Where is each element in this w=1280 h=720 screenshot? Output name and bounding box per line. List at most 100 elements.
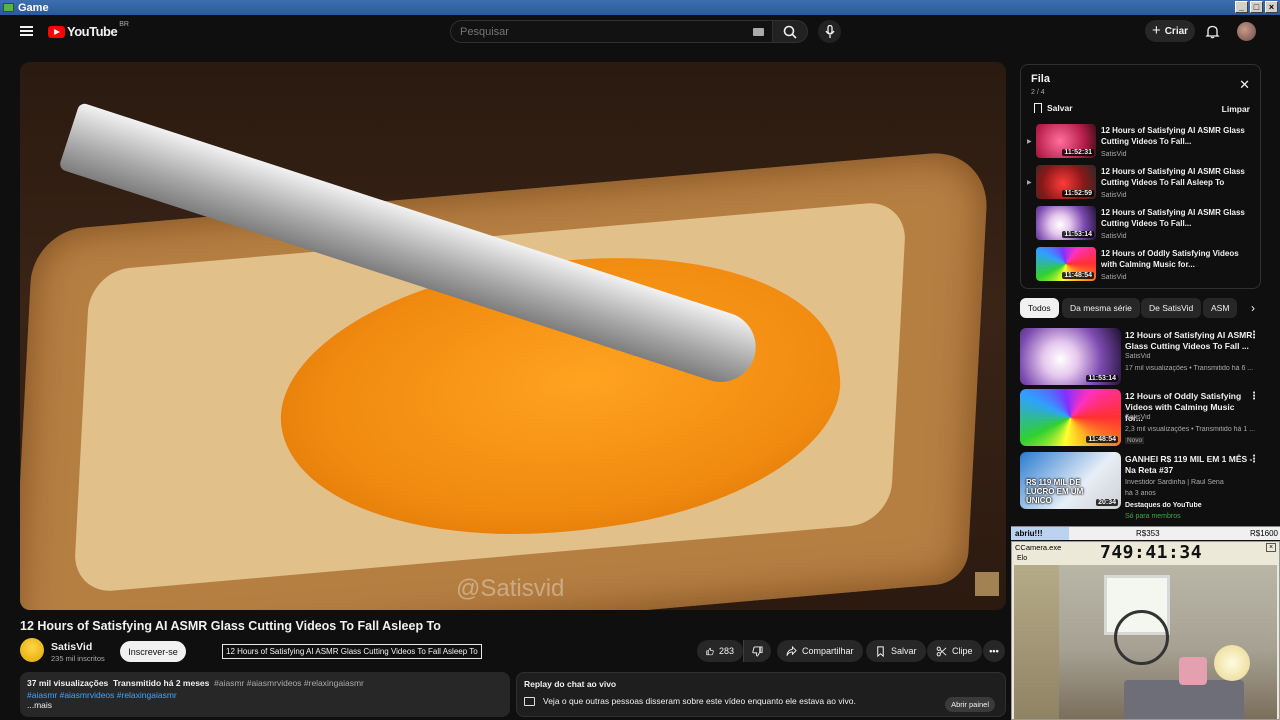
like-button[interactable]: 283: [697, 640, 743, 662]
goal-current-amount: R$353: [1136, 529, 1160, 538]
channel-watermark-icon[interactable]: [975, 572, 999, 596]
voice-search-button[interactable]: [818, 20, 841, 43]
description-box[interactable]: 37 mil visualizações Transmitido há 2 me…: [20, 672, 510, 717]
create-label: Criar: [1164, 25, 1189, 37]
queue-title: Fila: [1031, 73, 1050, 85]
video-meta: há 3 anos: [1125, 490, 1156, 497]
app-icon: [3, 3, 14, 12]
subscribe-button[interactable]: Inscrever-se: [120, 641, 186, 662]
create-button[interactable]: + Criar: [1145, 20, 1195, 42]
recommended-video[interactable]: R$ 119 MIL DE LUCRO EM UM ÚNICO 20:34 GA…: [1020, 452, 1261, 522]
menu-icon[interactable]: [20, 26, 33, 36]
chevron-right-icon[interactable]: ›: [1251, 301, 1255, 315]
stream-date: Transmitido há 2 meses: [113, 678, 210, 688]
queue-clear-button[interactable]: Limpar: [1222, 104, 1250, 114]
scissors-icon: [936, 646, 947, 656]
video-meta: 2,3 mil visualizações • Transmitido há 1…: [1125, 426, 1255, 433]
queue-thumbnail: 11:52:59: [1036, 165, 1096, 199]
chip-all[interactable]: Todos: [1020, 298, 1059, 318]
more-vertical-icon[interactable]: ⋮: [1249, 454, 1259, 465]
stream-clock: 749:41:34: [1100, 542, 1203, 563]
keyboard-icon[interactable]: [753, 28, 764, 36]
queue-thumbnail: 11:53:14: [1036, 206, 1096, 240]
chat-icon: [524, 696, 535, 706]
clip-button[interactable]: Clipe: [927, 640, 982, 662]
chat-replay-box: Replay do chat ao vivo Veja o que outras…: [516, 672, 1006, 717]
like-count: 283: [718, 646, 734, 656]
duration-badge: 11:48:54: [1062, 272, 1094, 279]
queue-item[interactable]: ▶ 11:52:31 12 Hours of Satisfying AI ASM…: [1026, 124, 1256, 162]
queue-item[interactable]: 11:53:14 12 Hours of Satisfying AI ASMR …: [1026, 206, 1256, 244]
video-thumbnail: 11:53:14: [1020, 328, 1121, 385]
chat-replay-text: Veja o que outras pessoas disseram sobre…: [543, 696, 856, 706]
notifications-bell-icon[interactable]: [1205, 24, 1220, 39]
video-channel: SatisVid: [1125, 353, 1151, 360]
channel-avatar[interactable]: [20, 638, 44, 662]
close-window-button[interactable]: ×: [1265, 1, 1278, 13]
open-panel-button[interactable]: Abrir painel: [945, 697, 995, 712]
more-vertical-icon[interactable]: ⋮: [1249, 330, 1259, 341]
description-hashtags[interactable]: #aiasmr #aiasmrvideos #relaxingaiasmr: [27, 690, 503, 700]
minimize-button[interactable]: _: [1235, 1, 1248, 13]
video-title: GANHEI R$ 119 MIL EM 1 MÊS - Na Reta #37: [1125, 454, 1253, 475]
recommended-video[interactable]: 11:48:54 12 Hours of Oddly Satisfying Vi…: [1020, 389, 1261, 447]
queue-save-button[interactable]: Salvar: [1034, 103, 1073, 113]
duration-badge: 11:53:14: [1086, 375, 1118, 382]
subscriber-count: 235 mil inscritos: [51, 654, 105, 663]
new-badge: Novo: [1125, 437, 1145, 444]
channel-name[interactable]: SatisVid: [51, 641, 92, 653]
video-channel: Investidor Sardinha | Raul Sena: [1125, 479, 1224, 486]
search-button[interactable]: [772, 20, 808, 43]
video-channel: SatisVid: [1125, 414, 1151, 421]
chip-from-channel[interactable]: De SatisVid: [1141, 298, 1202, 318]
duration-badge: 11:53:14: [1062, 231, 1094, 238]
logo-text: YouTube: [67, 24, 118, 39]
close-queue-icon[interactable]: ✕: [1239, 77, 1250, 93]
queue-item-channel: SatisVid: [1101, 233, 1127, 240]
dislike-button[interactable]: [743, 640, 771, 662]
queue-item-channel: SatisVid: [1101, 274, 1127, 281]
window-title: Game: [18, 1, 49, 14]
share-icon: [786, 645, 797, 656]
window-titlebar: Game _ □ ×: [0, 0, 1280, 15]
video-watermark: @Satisvid: [456, 575, 565, 602]
more-actions-button[interactable]: •••: [983, 640, 1005, 662]
queue-item-channel: SatisVid: [1101, 192, 1127, 199]
duration-badge: 11:52:31: [1062, 149, 1094, 156]
search-input[interactable]: [460, 26, 740, 38]
recommended-video[interactable]: 11:53:14 12 Hours of Satisfying AI ASMR …: [1020, 328, 1261, 386]
queue-item-channel: SatisVid: [1101, 151, 1127, 158]
chip-asmr[interactable]: ASM: [1203, 298, 1238, 318]
duration-badge: 11:48:54: [1086, 436, 1118, 443]
goal-label: abriu!!!: [1015, 529, 1043, 538]
title-tooltip: 12 Hours of Satisfying AI ASMR Glass Cut…: [222, 644, 482, 659]
queue-item[interactable]: 11:48:54 12 Hours of Oddly Satisfying Vi…: [1026, 247, 1256, 285]
view-count: 37 mil visualizações: [27, 678, 109, 688]
search-box[interactable]: [450, 20, 772, 43]
user-avatar[interactable]: [1237, 22, 1256, 41]
play-indicator-icon: ▶: [1027, 180, 1032, 186]
show-more-link[interactable]: ...mais: [27, 700, 503, 710]
save-label: Salvar: [891, 646, 917, 656]
country-code: BR: [119, 21, 129, 28]
clip-label: Clipe: [952, 646, 973, 656]
queue-item-title: 12 Hours of Oddly Satisfying Videos with…: [1101, 249, 1239, 269]
queue-item[interactable]: ▶ 11:52:59 12 Hours of Satisfying AI ASM…: [1026, 165, 1256, 203]
chip-same-series[interactable]: Da mesma série: [1062, 298, 1140, 318]
play-indicator-icon: ▶: [1027, 139, 1032, 145]
bookmark-icon: [1034, 103, 1042, 113]
youtube-logo[interactable]: YouTube BR: [48, 21, 129, 39]
duration-badge: 11:52:59: [1062, 190, 1094, 197]
share-button[interactable]: Compartilhar: [777, 640, 863, 662]
more-vertical-icon[interactable]: ⋮: [1249, 391, 1259, 402]
save-button[interactable]: Salvar: [866, 640, 926, 662]
goal-progress-bar: abriu!!! R$353 R$1600: [1011, 526, 1280, 540]
video-thumbnail: R$ 119 MIL DE LUCRO EM UM ÚNICO 20:34: [1020, 452, 1121, 509]
queue-panel: Fila 2 / 4 ✕ Salvar Limpar ▶ 11:52:31 12…: [1020, 64, 1261, 289]
thumbs-down-icon: [752, 645, 763, 657]
queue-save-label: Salvar: [1047, 103, 1073, 113]
maximize-button[interactable]: □: [1250, 1, 1263, 13]
close-icon[interactable]: ×: [1266, 543, 1276, 552]
video-player[interactable]: @Satisvid: [20, 62, 1006, 610]
video-meta: 17 mil visualizações • Transmitido há 6 …: [1125, 365, 1254, 372]
